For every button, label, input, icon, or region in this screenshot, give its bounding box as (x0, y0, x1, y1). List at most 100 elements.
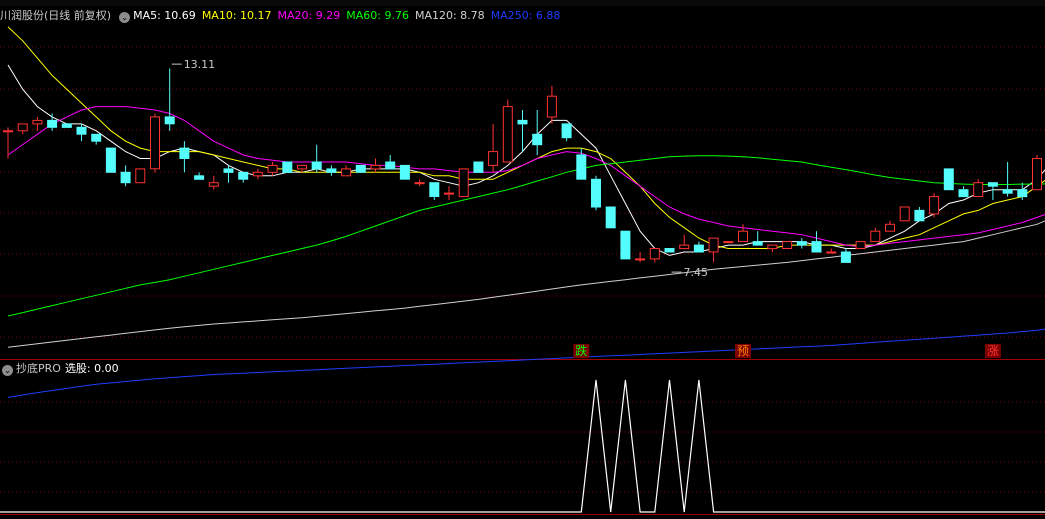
ma-line-ma120 (7, 220, 1045, 348)
candle-32 (473, 161, 484, 173)
ma-line-ma10 (7, 26, 1045, 249)
candle-1 (17, 123, 28, 135)
candle-body (826, 251, 837, 254)
annotation-label-0: 13.11 (184, 58, 216, 71)
candle-body (870, 230, 881, 243)
candle-body (752, 241, 763, 246)
candle-60 (885, 220, 895, 232)
candle-body (473, 161, 484, 173)
candle-body (649, 248, 660, 260)
candle-body (958, 189, 969, 198)
marker-label-1: 预 (737, 344, 749, 358)
candle-body (61, 123, 72, 128)
candle-body (591, 178, 601, 208)
candle-body (282, 161, 293, 173)
candle-body (238, 171, 249, 180)
candle-37 (546, 85, 557, 124)
candle-51 (752, 231, 763, 246)
candle-58 (855, 241, 866, 250)
candle-12 (179, 141, 190, 173)
ma-line-ma250 (7, 328, 1045, 398)
candle-53 (782, 241, 793, 250)
candle-56 (826, 248, 837, 254)
candle-49 (723, 241, 734, 244)
candle-body (1002, 189, 1013, 194)
candle-30 (444, 186, 454, 201)
candle-body (546, 95, 557, 118)
candle-body (150, 116, 160, 170)
candle-body (311, 161, 322, 170)
candle-57 (840, 248, 851, 263)
candle-11 (164, 68, 175, 131)
candle-body (855, 241, 866, 250)
candle-body (341, 168, 352, 177)
candle-body (693, 244, 704, 253)
candle-27 (399, 164, 410, 180)
candle-70 (1032, 155, 1042, 191)
candle-13 (194, 172, 205, 180)
candle-body (252, 171, 263, 177)
candle-body (91, 133, 102, 142)
candle-body (767, 244, 778, 250)
candle-67 (987, 182, 998, 201)
candle-body (738, 230, 748, 243)
candle-body (723, 241, 734, 244)
candle-9 (135, 168, 146, 184)
candle-8 (120, 165, 131, 187)
marker-label-2: 涨 (987, 343, 999, 358)
candle-body (297, 164, 307, 170)
candle-body (811, 241, 822, 253)
candle-38 (561, 123, 572, 142)
candle-15 (223, 165, 234, 183)
marker-label-0: 跌 (575, 343, 587, 358)
candle-body (385, 161, 396, 170)
candle-61 (899, 206, 910, 222)
candle-16 (238, 171, 249, 183)
candle-body (179, 147, 190, 160)
candle-body (164, 116, 175, 125)
candle-63 (929, 193, 940, 218)
candle-body (782, 241, 793, 250)
candle-4 (61, 123, 72, 128)
candle-5 (76, 123, 87, 142)
candle-64 (943, 168, 954, 191)
candle-26 (385, 155, 396, 170)
candle-66 (973, 179, 984, 197)
candle-45 (664, 248, 675, 253)
candle-body (796, 241, 807, 246)
chart-canvas: 13.11 7.45 跌 预 涨 (0, 26, 1045, 515)
candle-18 (267, 161, 278, 176)
candle-28 (414, 179, 425, 187)
candle-body (267, 164, 278, 173)
candle-42 (620, 230, 631, 260)
candle-body (105, 147, 116, 173)
candle-6 (91, 133, 102, 145)
candle-body (708, 237, 719, 253)
candle-body (561, 123, 572, 139)
candle-54 (796, 238, 807, 249)
candle-2 (32, 116, 43, 131)
candle-body (3, 130, 13, 133)
candle-body (517, 119, 528, 125)
candle-body (223, 168, 234, 173)
candle-48 (708, 237, 719, 263)
candle-body (679, 244, 690, 250)
ma-line-ma60 (7, 155, 1045, 317)
candle-19 (282, 161, 293, 173)
candle-body (929, 196, 940, 215)
candle-body (987, 182, 998, 187)
candle-25 (370, 158, 381, 173)
candle-body (605, 206, 616, 229)
candle-10 (150, 113, 160, 173)
candle-body (194, 175, 205, 180)
candle-body (943, 168, 954, 191)
candle-17 (252, 168, 263, 180)
candle-31 (458, 168, 469, 198)
candle-body (840, 251, 851, 263)
candle-body (414, 182, 425, 185)
candle-body (899, 206, 910, 222)
candle-body (488, 151, 499, 166)
candle-52 (767, 244, 778, 252)
candle-body (458, 168, 469, 198)
candle-62 (914, 206, 925, 222)
